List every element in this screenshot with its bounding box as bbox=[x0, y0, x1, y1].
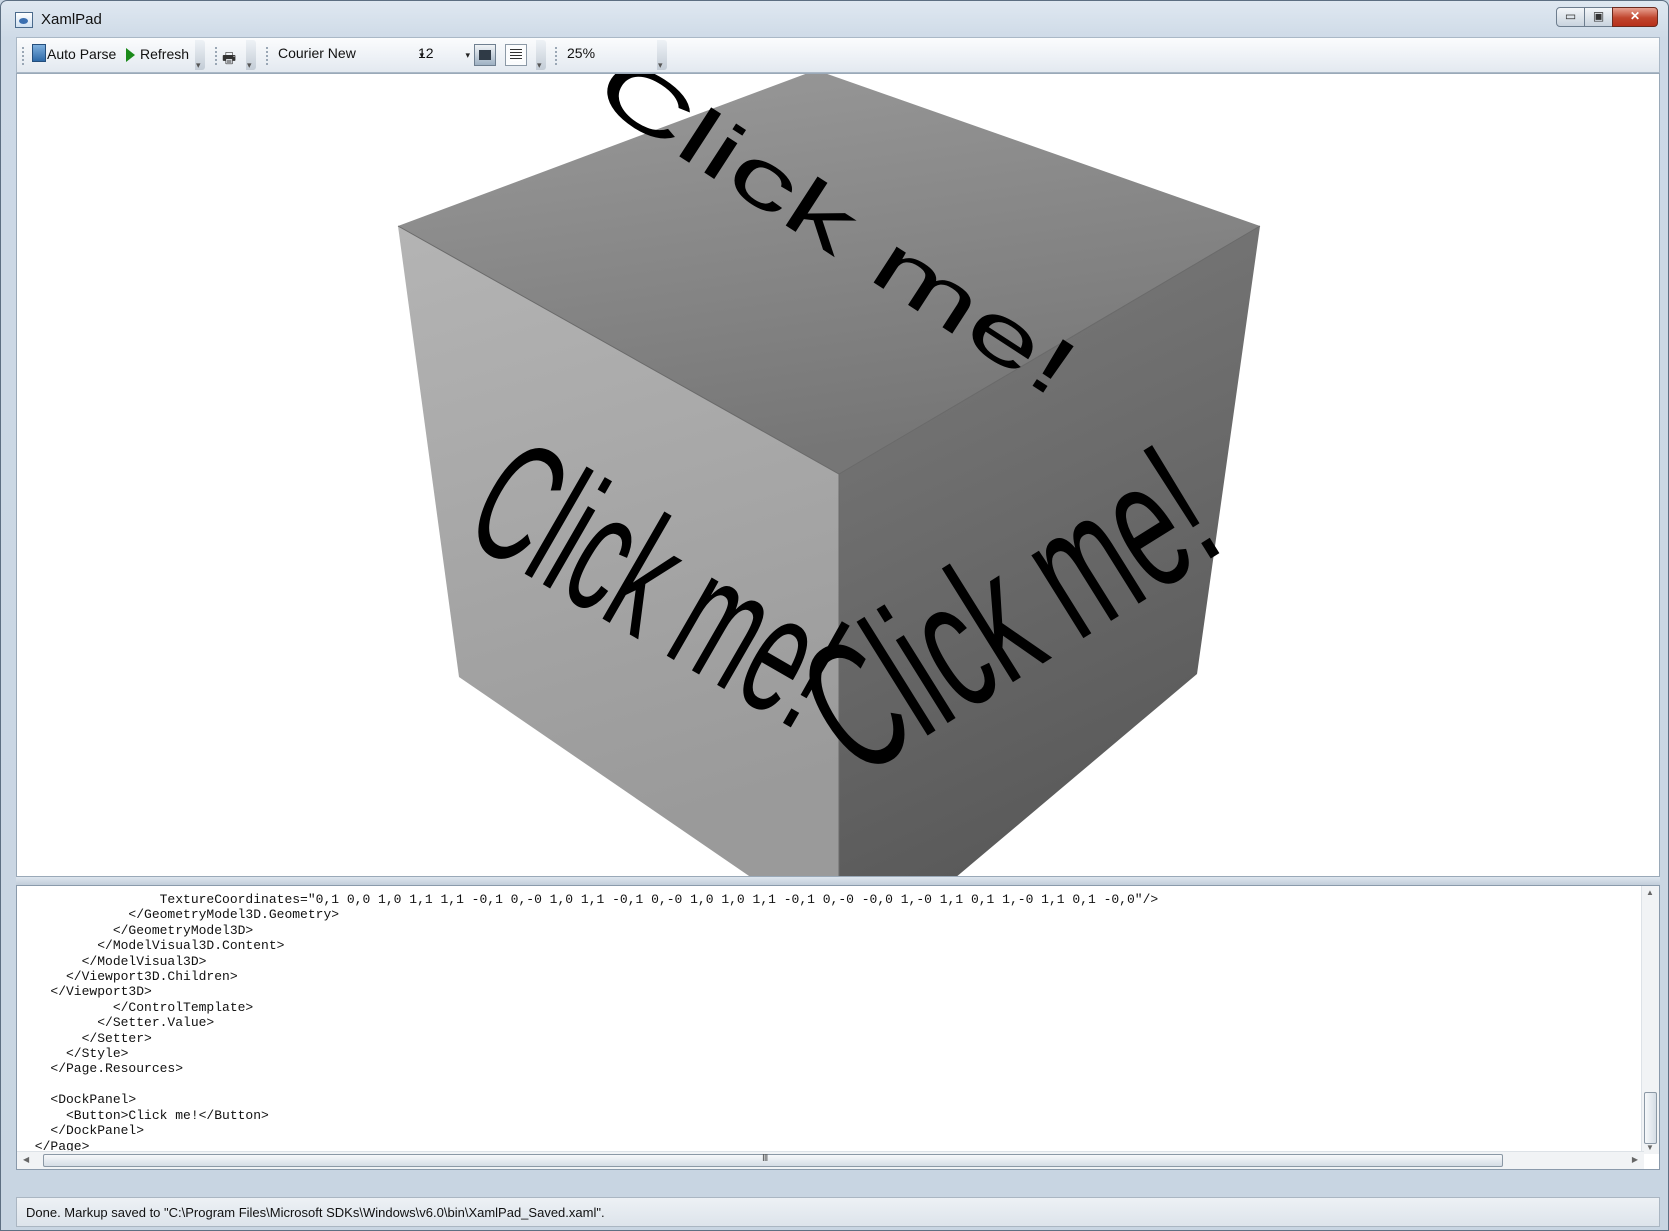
auto-parse-icon bbox=[32, 44, 46, 62]
zoom-value: 25% bbox=[567, 45, 596, 61]
vertical-scroll-thumb[interactable] bbox=[1644, 1092, 1657, 1144]
refresh-button[interactable]: Refresh bbox=[140, 46, 189, 62]
show-visual-tree-toggle[interactable] bbox=[505, 44, 527, 66]
close-button[interactable]: ✕ bbox=[1612, 7, 1658, 27]
refresh-play-icon bbox=[126, 48, 135, 62]
print-icon[interactable]: 🖶 bbox=[222, 48, 236, 73]
cube-button-3d[interactable]: Click me! Click me! Click me! bbox=[17, 74, 1659, 876]
toolbar-grip[interactable] bbox=[555, 47, 560, 65]
toolbar-grip[interactable] bbox=[22, 47, 27, 65]
scroll-up-arrow-icon[interactable]: ▲ bbox=[1646, 888, 1654, 897]
xamlpad-window: XamlPad ▭ ▣ ✕ Auto Parse Refresh 🖶 Couri… bbox=[0, 0, 1669, 1231]
minimize-button[interactable]: ▭ bbox=[1556, 7, 1585, 27]
toolbar-grip[interactable] bbox=[266, 47, 271, 65]
scroll-grip: III bbox=[762, 1153, 768, 1164]
scroll-left-arrow-icon[interactable]: ◀ bbox=[23, 1155, 29, 1164]
toolbar-overflow-button[interactable] bbox=[195, 40, 205, 71]
toolbar: Auto Parse Refresh 🖶 Courier New ▾ 12 ▾ … bbox=[16, 37, 1660, 73]
toolbar-overflow-button[interactable] bbox=[536, 40, 546, 71]
preview-pane: Click me! Click me! Click me! bbox=[16, 73, 1660, 877]
status-bar: Done. Markup saved to "C:\Program Files\… bbox=[16, 1197, 1660, 1227]
horizontal-scrollbar[interactable]: ◀ III ▶ bbox=[17, 1151, 1644, 1169]
font-family-value: Courier New bbox=[278, 45, 356, 61]
show-preview-toggle[interactable] bbox=[474, 44, 496, 66]
font-size-value: 12 bbox=[418, 45, 434, 61]
chevron-down-icon[interactable]: ▾ bbox=[465, 50, 470, 61]
toolbar-overflow-button[interactable] bbox=[246, 40, 256, 71]
window-title: XamlPad bbox=[41, 11, 102, 28]
zoom-combobox[interactable]: 25% ▾ bbox=[567, 45, 667, 65]
font-size-combobox[interactable]: 12 ▾ bbox=[418, 45, 470, 65]
pane-splitter[interactable] bbox=[16, 877, 1660, 885]
xaml-code-text[interactable]: TextureCoordinates="0,1 0,0 1,0 1,1 1,1 … bbox=[27, 892, 1158, 1154]
status-text: Done. Markup saved to "C:\Program Files\… bbox=[26, 1205, 605, 1220]
title-bar[interactable]: XamlPad ▭ ▣ ✕ bbox=[1, 1, 1668, 39]
vertical-scrollbar[interactable]: ▲ ▼ bbox=[1641, 886, 1659, 1154]
scroll-down-arrow-icon[interactable]: ▼ bbox=[1646, 1143, 1654, 1152]
horizontal-scroll-thumb[interactable]: III bbox=[43, 1153, 1503, 1167]
maximize-button[interactable]: ▣ bbox=[1584, 7, 1613, 27]
xaml-editor[interactable]: TextureCoordinates="0,1 0,0 1,0 1,1 1,1 … bbox=[16, 885, 1660, 1170]
auto-parse-button[interactable]: Auto Parse bbox=[47, 46, 116, 62]
xamlpad-app-icon[interactable] bbox=[15, 12, 33, 28]
toolbar-grip[interactable] bbox=[215, 47, 220, 65]
toolbar-overflow-button[interactable] bbox=[657, 40, 667, 71]
font-family-combobox[interactable]: Courier New ▾ bbox=[278, 45, 424, 65]
scroll-right-arrow-icon[interactable]: ▶ bbox=[1632, 1155, 1638, 1164]
